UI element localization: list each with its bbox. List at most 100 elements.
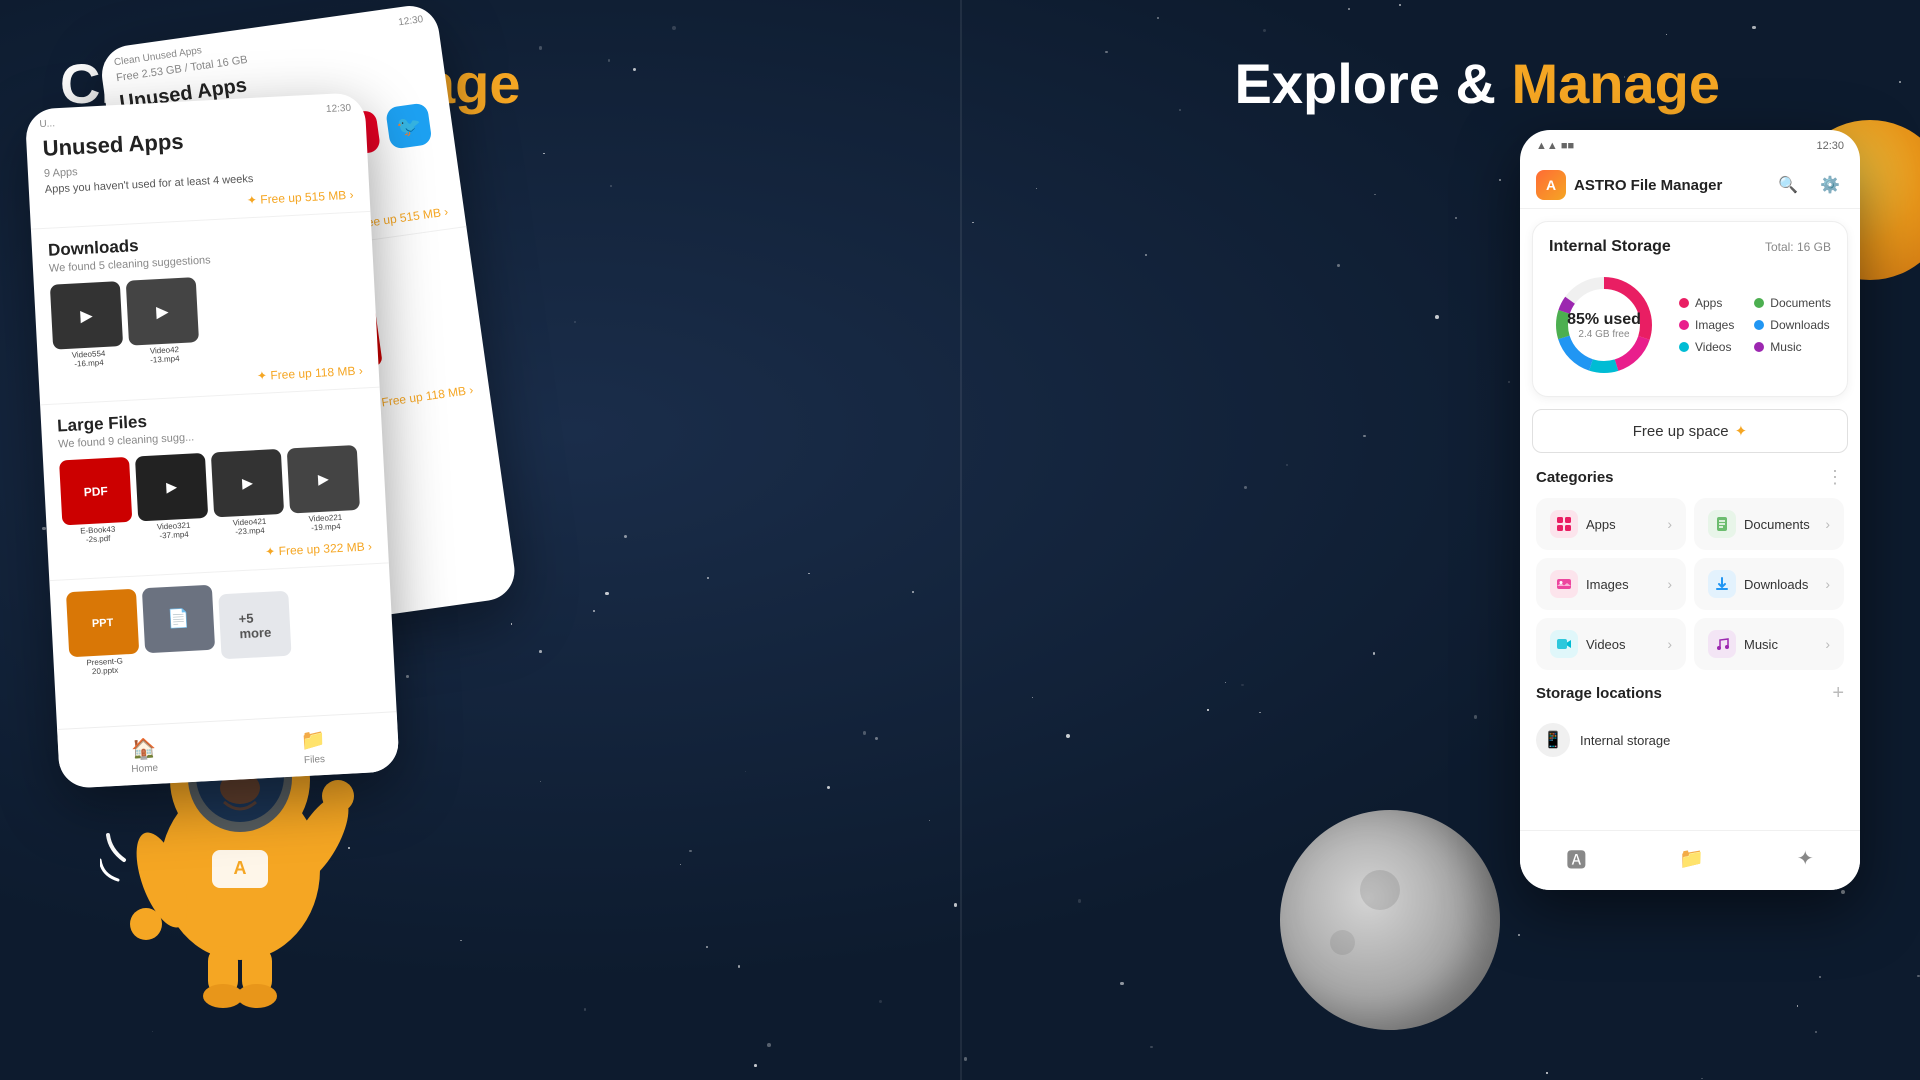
fp-nav-home-label: Home: [131, 762, 158, 774]
legend-docs-label: Documents: [1770, 296, 1831, 310]
rp-nav-folder-icon: 📁: [1679, 846, 1704, 871]
fp-file-1: ▶ Video554-16.mp4: [50, 281, 124, 370]
legend-images-dot: [1679, 320, 1689, 330]
right-title-line1: Explore &: [1235, 52, 1496, 115]
legend-music: Music: [1754, 340, 1831, 354]
add-storage-icon[interactable]: +: [1832, 682, 1844, 705]
category-downloads-icon: [1708, 570, 1736, 598]
right-phone: ▲▲ ■■ 12:30 A ASTRO File Manager 🔍 ⚙️ In…: [1520, 130, 1860, 890]
category-videos-left: Videos: [1550, 630, 1626, 658]
rp-nav-astro-icon: 🅰: [1566, 844, 1586, 873]
storage-total: Total: 16 GB: [1765, 240, 1831, 254]
fp-large-files: PDF E-Book43-2s.pdf ▶ Video321-37.mp4 ▶ …: [43, 438, 388, 553]
internal-storage-icon: 📱: [1536, 723, 1570, 757]
category-videos-name: Videos: [1586, 637, 1626, 652]
free-up-space-button[interactable]: Free up space ✦: [1532, 409, 1848, 453]
legend-apps: Apps: [1679, 296, 1738, 310]
legend-docs-dot: [1754, 298, 1764, 308]
legend-music-dot: [1754, 342, 1764, 352]
category-music[interactable]: Music ›: [1694, 618, 1844, 670]
category-apps[interactable]: Apps ›: [1536, 498, 1686, 550]
category-images[interactable]: Images ›: [1536, 558, 1686, 610]
rp-header: A ASTRO File Manager 🔍 ⚙️: [1520, 156, 1860, 209]
legend-dl-dot: [1754, 320, 1764, 330]
legend-apps-label: Apps: [1695, 296, 1722, 310]
storage-card-header: Internal Storage Total: 16 GB: [1549, 238, 1831, 256]
category-apps-chevron: ›: [1667, 516, 1672, 532]
legend-music-label: Music: [1770, 340, 1801, 354]
fp-lf-2: ▶ Video321-37.mp4: [135, 453, 209, 542]
category-apps-icon: [1550, 510, 1578, 538]
search-icon[interactable]: 🔍: [1774, 171, 1802, 199]
internal-storage-name: Internal storage: [1580, 733, 1670, 748]
legend-videos: Videos: [1679, 340, 1738, 354]
category-images-icon: [1550, 570, 1578, 598]
legend-dl-label: Downloads: [1770, 318, 1829, 332]
fp-nav-home[interactable]: 🏠 Home: [130, 735, 159, 774]
legend-vid-dot: [1679, 342, 1689, 352]
rp-nav-astro[interactable]: 🅰: [1566, 844, 1586, 873]
donut-center: 85% used 2.4 GB free: [1549, 270, 1659, 380]
rp-nav-sparkle-icon: ✦: [1797, 846, 1814, 871]
svg-text:A: A: [234, 858, 247, 878]
fp-lf-1: PDF E-Book43-2s.pdf: [59, 457, 133, 546]
rp-nav-folder[interactable]: 📁: [1679, 846, 1704, 871]
category-documents-icon: [1708, 510, 1736, 538]
fp-file-thumbnails: ▶ Video554-16.mp4 ▶ Video42-13.mp4: [34, 262, 379, 377]
category-videos[interactable]: Videos ›: [1536, 618, 1686, 670]
legend-apps-dot: [1679, 298, 1689, 308]
category-downloads-left: Downloads: [1708, 570, 1808, 598]
fp-more-files: PPT Present-G20.pptx 📄 +5more: [50, 569, 395, 684]
donut-chart: 85% used 2.4 GB free: [1549, 270, 1659, 380]
internal-storage-item[interactable]: 📱 Internal storage: [1536, 715, 1844, 765]
moon-decoration: [1280, 810, 1500, 1030]
legend-images-label: Images: [1695, 318, 1734, 332]
category-images-name: Images: [1586, 577, 1629, 592]
category-apps-left: Apps: [1550, 510, 1616, 538]
fp-mf-more: +5more: [218, 581, 292, 670]
fp-lf-3: ▶ Video421-23.mp4: [211, 449, 285, 538]
rp-header-icons: 🔍 ⚙️: [1774, 171, 1844, 199]
legend-downloads: Downloads: [1754, 318, 1831, 332]
storage-locations-title: Storage locations: [1536, 685, 1662, 702]
right-title-highlight: Manage: [1512, 52, 1721, 115]
rp-bottom-nav: 🅰 📁 ✦: [1520, 830, 1860, 890]
rp-app-name: ASTRO File Manager: [1574, 177, 1774, 194]
storage-chart-row: 85% used 2.4 GB free Apps Documents Imag…: [1549, 270, 1831, 380]
category-images-left: Images: [1550, 570, 1629, 598]
category-downloads-name: Downloads: [1744, 577, 1808, 592]
category-downloads[interactable]: Downloads ›: [1694, 558, 1844, 610]
fp-file-2: ▶ Video42-13.mp4: [126, 277, 200, 366]
fp-nav-files-label: Files: [304, 754, 326, 766]
rp-time: 12:30: [1816, 140, 1844, 152]
storage-locations: Storage locations + 📱 Internal storage: [1520, 674, 1860, 769]
rp-nav-sparkle[interactable]: ✦: [1797, 846, 1814, 871]
astro-logo: A: [1536, 170, 1566, 200]
category-videos-icon: [1550, 630, 1578, 658]
sparkle-icon: ✦: [1735, 422, 1748, 440]
rp-signal: ▲▲ ■■: [1536, 140, 1574, 152]
category-music-left: Music: [1708, 630, 1778, 658]
category-images-chevron: ›: [1667, 576, 1672, 592]
category-apps-name: Apps: [1586, 517, 1616, 532]
category-music-icon: [1708, 630, 1736, 658]
categories-title: Categories: [1536, 469, 1614, 486]
category-documents[interactable]: Documents ›: [1694, 498, 1844, 550]
free-up-space-label: Free up space: [1633, 423, 1729, 440]
categories-header: Categories ⋮: [1536, 467, 1844, 488]
center-divider: [960, 0, 962, 1080]
category-grid: Apps › Documents ›: [1536, 498, 1844, 670]
legend-vid-label: Videos: [1695, 340, 1731, 354]
storage-loc-header: Storage locations +: [1536, 682, 1844, 705]
rp-status-bar: ▲▲ ■■ 12:30: [1520, 130, 1860, 156]
storage-legend: Apps Documents Images Downloads Videos: [1679, 296, 1831, 354]
settings-icon[interactable]: ⚙️: [1816, 171, 1844, 199]
category-dl-chevron: ›: [1825, 576, 1830, 592]
phone-front: U... 12:30 Unused Apps 9 Apps Apps you h…: [25, 92, 400, 789]
category-docs-chevron: ›: [1825, 516, 1830, 532]
category-music-chevron: ›: [1825, 636, 1830, 652]
app-icon-twitter: 🐦: [385, 102, 432, 149]
categories-more-icon[interactable]: ⋮: [1826, 467, 1844, 488]
donut-free: 2.4 GB free: [1578, 329, 1629, 340]
fp-nav-files[interactable]: 📁 Files: [300, 726, 327, 765]
